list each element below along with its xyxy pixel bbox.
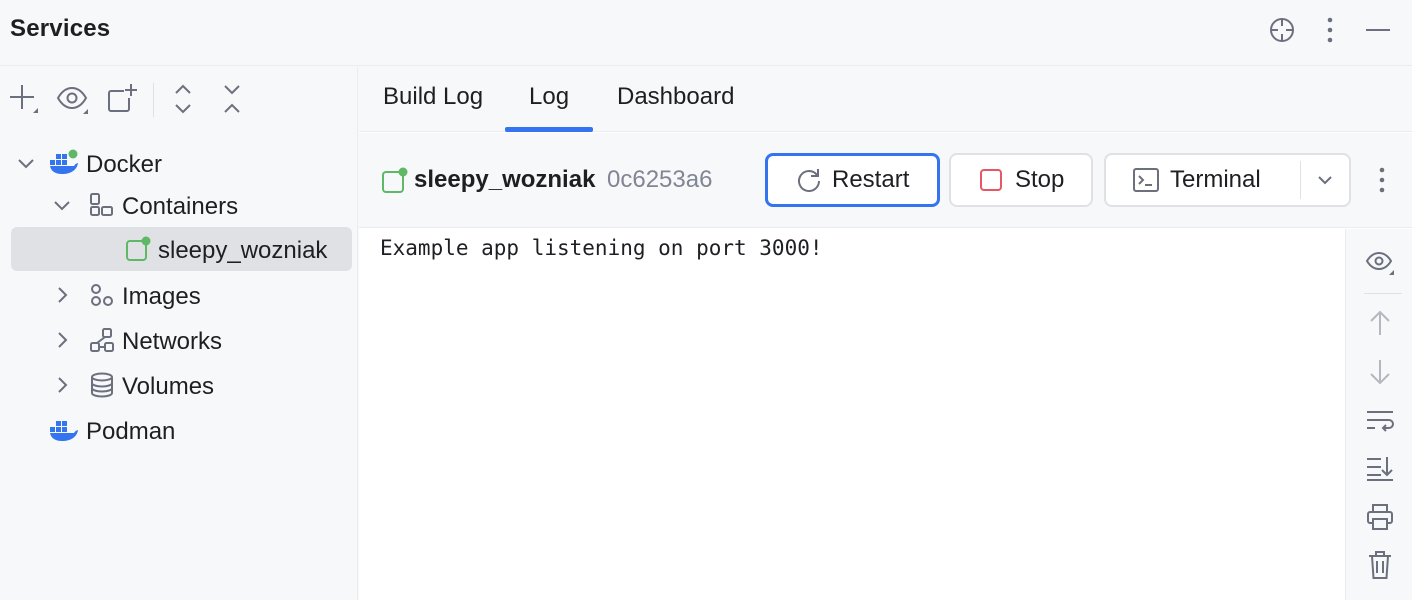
restart-icon xyxy=(798,169,820,192)
terminal-label: Terminal xyxy=(1170,166,1261,193)
tree-item-label: Podman xyxy=(86,418,176,445)
tree-item-networks[interactable]: Networks xyxy=(0,318,358,362)
container-running-icon xyxy=(382,167,408,193)
print-icon[interactable] xyxy=(1360,499,1400,535)
tree-item-label: Networks xyxy=(122,328,223,355)
tree-item-label: sleepy_wozniak xyxy=(158,237,328,264)
tree-item-label: Docker xyxy=(86,151,163,178)
panel-title: Services xyxy=(10,15,111,42)
tree-item-sleepy-wozniak[interactable]: sleepy_wozniak xyxy=(0,227,358,271)
volumes-icon xyxy=(91,372,113,398)
log-gutter-toolbar xyxy=(1345,229,1412,600)
container-id: 0c6253a6 xyxy=(607,166,713,193)
scroll-up-icon[interactable] xyxy=(1360,305,1400,341)
container-name: sleepy_wozniak xyxy=(414,166,596,193)
tab-log[interactable]: Log xyxy=(529,83,569,111)
view-options-icon[interactable] xyxy=(55,81,91,117)
tree-item-images[interactable]: Images xyxy=(0,273,358,317)
stop-label: Stop xyxy=(1015,166,1065,193)
soft-wrap-icon[interactable] xyxy=(1360,403,1400,439)
gutter-divider xyxy=(1364,293,1402,294)
details-panel: Build Log Log Dashboard sleepy_wozniak 0… xyxy=(359,67,1412,600)
stop-button[interactable]: Stop xyxy=(949,153,1093,207)
tree-item-label: Containers xyxy=(122,193,239,220)
stop-icon xyxy=(980,169,1002,191)
terminal-icon xyxy=(1133,168,1159,192)
locate-icon[interactable] xyxy=(1264,12,1300,48)
chevron-down-icon[interactable] xyxy=(52,195,72,215)
networks-icon xyxy=(90,328,114,352)
toolbar-divider xyxy=(153,83,154,117)
active-tab-indicator xyxy=(505,127,593,132)
minimize-icon[interactable] xyxy=(1360,12,1396,48)
containers-icon xyxy=(90,193,113,216)
new-container-icon[interactable] xyxy=(104,81,140,117)
chevron-right-icon[interactable] xyxy=(52,375,72,395)
container-running-icon xyxy=(126,236,151,261)
scroll-down-icon[interactable] xyxy=(1360,354,1400,390)
tree-item-podman[interactable]: Podman xyxy=(0,408,358,452)
log-line: Example app listening on port 3000! xyxy=(380,236,823,260)
chevron-down-icon[interactable] xyxy=(1314,169,1336,191)
tree-item-containers[interactable]: Containers xyxy=(0,183,358,227)
container-toolbar: sleepy_wozniak 0c6253a6 Restart Stop Ter… xyxy=(359,133,1412,228)
images-icon xyxy=(91,284,113,306)
tab-dashboard[interactable]: Dashboard xyxy=(617,83,734,111)
tree-item-label: Volumes xyxy=(122,373,215,400)
tree-item-volumes[interactable]: Volumes xyxy=(0,363,358,407)
tree-item-label: Images xyxy=(122,283,201,310)
chevron-right-icon[interactable] xyxy=(52,330,72,350)
tab-bar: Build Log Log Dashboard xyxy=(359,67,1412,132)
chevron-right-icon[interactable] xyxy=(52,285,72,305)
split-divider xyxy=(1300,161,1301,199)
restart-label: Restart xyxy=(832,166,910,193)
expand-all-icon[interactable] xyxy=(165,81,201,117)
clear-log-icon[interactable] xyxy=(1360,547,1400,583)
podman-icon xyxy=(50,421,78,441)
more-vertical-icon[interactable] xyxy=(1312,12,1348,48)
chevron-down-icon[interactable] xyxy=(16,153,36,173)
services-tree-panel: Docker Containers sleepy_wozniak Images xyxy=(0,67,358,600)
more-vertical-icon[interactable] xyxy=(1378,167,1386,193)
tab-build-log[interactable]: Build Log xyxy=(383,83,483,111)
terminal-button[interactable]: Terminal xyxy=(1104,153,1351,207)
scroll-to-end-icon[interactable] xyxy=(1360,450,1400,486)
restart-button[interactable]: Restart xyxy=(765,153,940,207)
add-icon[interactable] xyxy=(6,81,42,117)
services-header: Services xyxy=(0,0,1412,66)
collapse-all-icon[interactable] xyxy=(214,81,250,117)
log-output[interactable]: Example app listening on port 3000! xyxy=(359,229,1345,600)
docker-icon xyxy=(50,149,78,174)
view-options-icon[interactable] xyxy=(1360,245,1400,281)
tree-item-docker[interactable]: Docker xyxy=(0,141,358,185)
